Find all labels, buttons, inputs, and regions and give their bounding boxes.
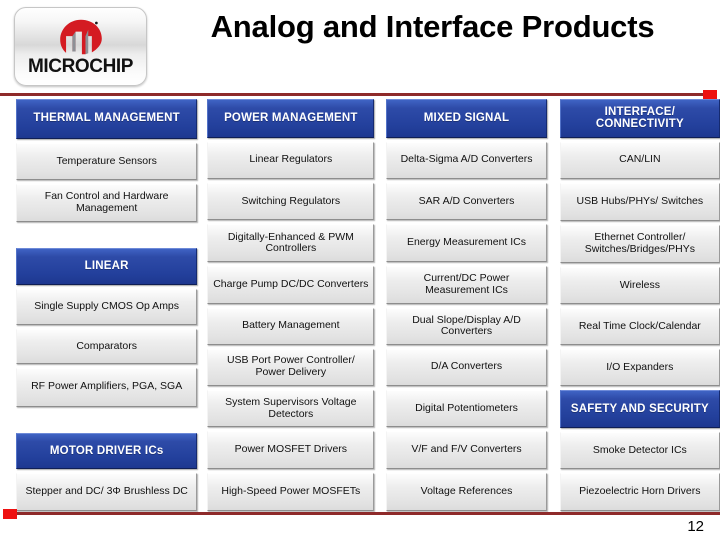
product-item-energy-measurement-ics[interactable]: Energy Measurement ICs	[386, 224, 547, 263]
product-item-temperature-sensors[interactable]: Temperature Sensors	[16, 142, 198, 181]
category-header-thermal-management[interactable]: THERMAL MANAGEMENT	[16, 99, 198, 139]
product-item-smoke-detector-ics[interactable]: Smoke Detector ICs	[559, 432, 720, 470]
page-title: Analog and Interface Products	[210, 9, 655, 44]
product-item-voltage-references[interactable]: Voltage References	[386, 473, 547, 511]
product-item-comparators[interactable]: Comparators	[16, 329, 198, 365]
column-mixed-signal: MIXED SIGNAL Delta-Sigma A/D Converters SA…	[386, 99, 547, 511]
product-item-digitally-enhanced-pwm-controllers[interactable]: Digitally-Enhanced & PWM Controllers	[207, 224, 375, 263]
column-thermal-linear-motor: THERMAL MANAGEMENT Temperature Sensors Fan…	[16, 99, 198, 511]
product-item-system-supervisors-voltage-detectors[interactable]: System Supervisors Voltage Detectors	[207, 389, 375, 428]
product-item-wireless[interactable]: Wireless	[559, 266, 720, 305]
category-header-power-management[interactable]: POWER MANAGEMENT	[207, 99, 375, 138]
bottom-rule-marker	[3, 509, 17, 519]
column-spacer	[16, 411, 197, 429]
product-item-ethernet-controller-switches-bridges-phys[interactable]: Ethernet Controller/ Switches/Bridges/PH…	[559, 224, 720, 263]
product-item-switching-regulators[interactable]: Switching Regulators	[207, 182, 375, 221]
product-item-piezoelectric-horn-drivers[interactable]: Piezoelectric Horn Drivers	[559, 473, 720, 511]
product-item-dual-slope-display-a-d-converters[interactable]: Dual Slope/Display A/D Converters	[386, 307, 547, 345]
microchip-wordmark: MICROCHIP	[27, 55, 134, 77]
category-header-mixed-signal[interactable]: MIXED SIGNAL	[386, 99, 547, 138]
column-interface-connectivity: INTERFACE/ CONNECTIVITY CAN/LIN USB Hubs/P…	[559, 99, 720, 511]
product-item-power-mosfet-drivers[interactable]: Power MOSFET Drivers	[207, 431, 375, 470]
category-header-motor-driver-ics[interactable]: MOTOR DRIVER ICs	[16, 432, 198, 470]
page-header: MICROCHIP Analog and Interface Products	[0, 0, 720, 96]
category-header-linear[interactable]: LINEAR	[16, 247, 198, 285]
product-item-usb-hubs-phys-switches[interactable]: USB Hubs/PHYs/ Switches	[559, 182, 720, 221]
product-item-usb-port-power-controller-power-delivery[interactable]: USB Port Power Controller/ Power Deliver…	[207, 348, 375, 386]
product-item-d-a-converters[interactable]: D/A Converters	[386, 348, 547, 386]
product-columns: THERMAL MANAGEMENT Temperature Sensors Fan…	[0, 99, 720, 511]
product-item-high-speed-power-mosfets[interactable]: High-Speed Power MOSFETs	[207, 473, 375, 511]
product-item-delta-sigma-a-d-converters[interactable]: Delta-Sigma A/D Converters	[386, 141, 547, 179]
product-item-battery-management[interactable]: Battery Management	[207, 307, 375, 345]
logo-m-shape	[59, 19, 102, 54]
product-item-v-f-and-f-v-converters[interactable]: V/F and F/V Converters	[386, 431, 547, 470]
product-item-real-time-clock-calendar[interactable]: Real Time Clock/Calendar	[559, 308, 720, 346]
category-header-interface-connectivity[interactable]: INTERFACE/ CONNECTIVITY	[559, 99, 720, 138]
logo-registered-dot	[94, 21, 98, 24]
bottom-rule	[12, 512, 720, 515]
product-item-i-o-expanders[interactable]: I/O Expanders	[559, 349, 720, 387]
column-spacer	[16, 226, 197, 244]
product-item-can-lin[interactable]: CAN/LIN	[559, 141, 720, 179]
product-item-stepper-and-dc-3-brushless-dc[interactable]: Stepper and DC/ 3Φ Brushless DC	[16, 473, 198, 511]
product-item-fan-control-and-hardware-management[interactable]: Fan Control and Hardware Management	[16, 184, 198, 222]
product-item-sar-a-d-converters[interactable]: SAR A/D Converters	[386, 182, 547, 221]
microchip-m-logo-icon	[59, 19, 102, 54]
category-header-safety-and-security[interactable]: SAFETY AND SECURITY	[559, 390, 720, 429]
microchip-logo: MICROCHIP	[14, 7, 147, 86]
product-item-digital-potentiometers[interactable]: Digital Potentiometers	[386, 389, 547, 428]
product-item-current-dc-power-measurement-ics[interactable]: Current/DC Power Measurement ICs	[386, 266, 547, 304]
column-power-management: POWER MANAGEMENT Linear Regulators Switchi…	[207, 99, 375, 511]
product-item-linear-regulators[interactable]: Linear Regulators	[207, 141, 375, 179]
product-item-rf-power-amplifiers-pga-sga[interactable]: RF Power Amplifiers, PGA, SGA	[16, 368, 198, 407]
page-number: 12	[687, 518, 704, 535]
product-item-single-supply-cmos-op-amps[interactable]: Single Supply CMOS Op Amps	[16, 288, 198, 326]
top-rule	[0, 93, 708, 96]
product-item-charge-pump-dc-dc-converters[interactable]: Charge Pump DC/DC Converters	[207, 266, 375, 304]
